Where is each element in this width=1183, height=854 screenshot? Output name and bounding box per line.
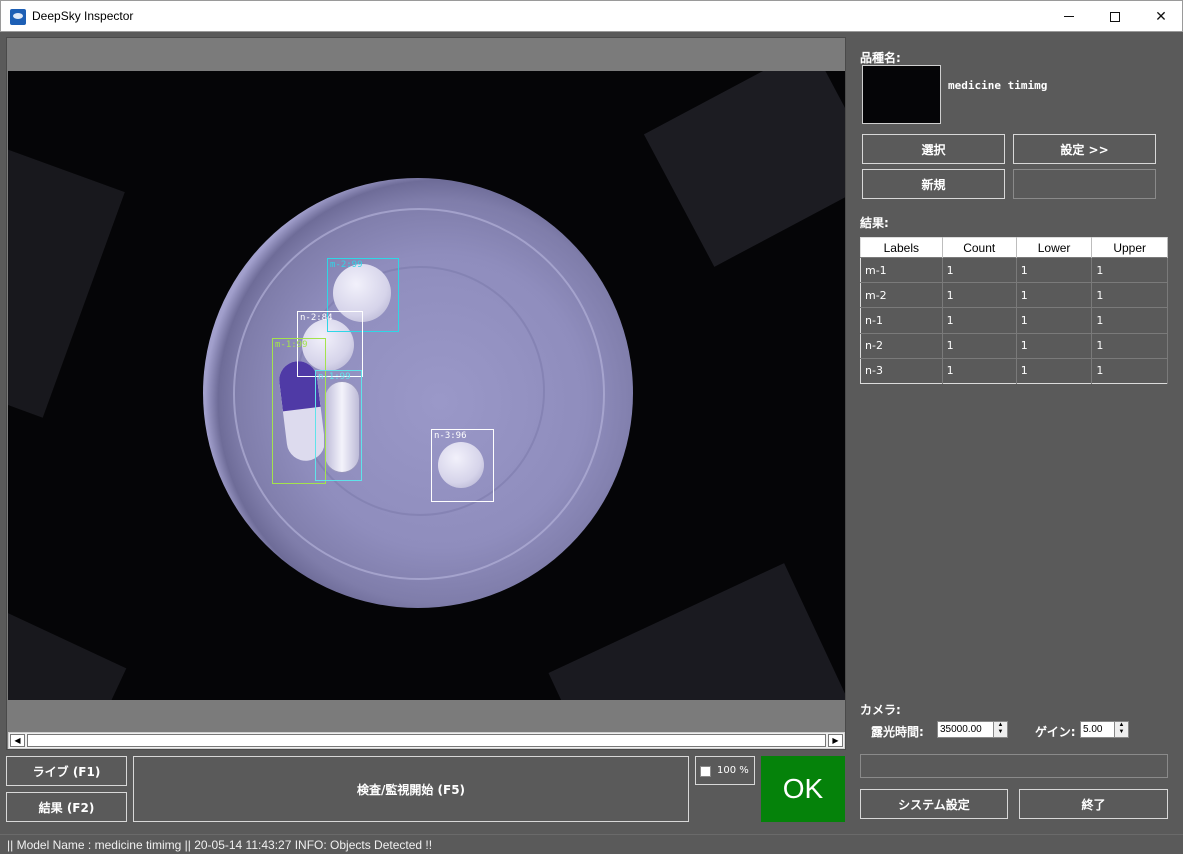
table-cell: 1: [1016, 307, 1093, 334]
start-inspection-button[interactable]: 検査/監視開始 (F5): [133, 756, 689, 822]
gain-label: ゲイン:: [1035, 725, 1076, 739]
select-button[interactable]: 選択: [862, 134, 1005, 164]
close-icon: ✕: [1155, 8, 1167, 25]
detection-label: n-1:99: [318, 372, 351, 382]
table-cell: 1: [1091, 282, 1168, 308]
table-cell: n-2: [860, 333, 943, 359]
zoom-toggle[interactable]: 100 %: [695, 756, 755, 785]
spinner-arrows-icon[interactable]: ▲ ▼: [993, 722, 1007, 737]
table-cell: 1: [942, 358, 1017, 384]
results-section-label: 結果:: [860, 216, 889, 230]
results-table: Labels Count Lower Upper m-1 1 1 1 m-2 1…: [860, 237, 1168, 384]
exposure-value[interactable]: 35000.00: [940, 724, 982, 735]
title-bar: DeepSky Inspector ✕: [0, 0, 1183, 32]
message-field: [860, 754, 1168, 778]
column-header[interactable]: Upper: [1091, 237, 1168, 258]
product-thumbnail: [862, 65, 941, 124]
minimize-icon: [1064, 16, 1074, 17]
result-button[interactable]: 結果 (F2): [6, 792, 127, 822]
table-cell: 1: [942, 257, 1017, 283]
table-cell: 1: [1016, 333, 1093, 359]
status-bar: || Model Name : medicine timimg || 20-05…: [0, 834, 1183, 854]
table-cell: 1: [1016, 358, 1093, 384]
table-row[interactable]: n-2 1 1 1: [860, 333, 1168, 359]
minimize-button[interactable]: [1046, 1, 1092, 32]
table-header-row: Labels Count Lower Upper: [860, 237, 1168, 258]
gain-spinner[interactable]: 5.00 ▲ ▼: [1080, 721, 1129, 738]
zoom-label: 100 %: [717, 765, 749, 776]
exposure-label: 露光時間:: [871, 725, 924, 739]
table-row[interactable]: m-2 1 1 1: [860, 282, 1168, 308]
camera-section-label: カメラ:: [860, 703, 901, 717]
table-cell: 1: [942, 307, 1017, 334]
spin-up-icon[interactable]: ▲: [994, 722, 1007, 729]
table-cell: 1: [1016, 282, 1093, 308]
product-name: medicine timimg: [948, 79, 1048, 92]
scroll-right-icon[interactable]: ▶: [828, 734, 843, 747]
maximize-button[interactable]: [1092, 1, 1138, 32]
scroll-track[interactable]: [27, 734, 826, 747]
background-panel: [8, 144, 125, 418]
maximize-icon: [1110, 11, 1120, 22]
disabled-button: [1013, 169, 1156, 199]
horizontal-scrollbar[interactable]: ◀ ▶: [8, 732, 845, 749]
table-cell: m-2: [860, 282, 943, 308]
exit-button[interactable]: 終了: [1019, 789, 1168, 819]
table-cell: 1: [942, 333, 1017, 359]
spin-down-icon[interactable]: ▼: [1115, 729, 1128, 736]
table-cell: 1: [1091, 257, 1168, 283]
table-cell: 1: [1091, 358, 1168, 384]
background-panel: [548, 563, 845, 700]
background-panel: [643, 71, 845, 267]
close-button[interactable]: ✕: [1138, 1, 1183, 32]
app-logo-icon: [10, 9, 26, 25]
column-header[interactable]: Labels: [860, 237, 943, 258]
table-row[interactable]: n-3 1 1 1: [860, 358, 1168, 384]
detection-label: m-2:99: [330, 260, 363, 270]
table-cell: n-3: [860, 358, 943, 384]
spin-up-icon[interactable]: ▲: [1115, 722, 1128, 729]
table-cell: 1: [1091, 307, 1168, 334]
new-button[interactable]: 新規: [862, 169, 1005, 199]
table-cell: m-1: [860, 257, 943, 283]
detection-box-n1: n-1:99: [315, 370, 362, 481]
table-cell: 1: [942, 282, 1017, 308]
exposure-spinner[interactable]: 35000.00 ▲ ▼: [937, 721, 1008, 738]
spinner-arrows-icon[interactable]: ▲ ▼: [1114, 722, 1128, 737]
detection-label: n-2:84: [300, 313, 333, 323]
table-cell: 1: [1091, 333, 1168, 359]
live-button[interactable]: ライブ (F1): [6, 756, 127, 786]
detection-label: n-3:96: [434, 431, 467, 441]
image-viewer[interactable]: m-2:99 n-2:84 m-1:99 n-1:99 n-3:96 ◀ ▶: [6, 37, 846, 750]
table-cell: n-1: [860, 307, 943, 334]
table-row[interactable]: m-1 1 1 1: [860, 257, 1168, 283]
table-cell: 1: [1016, 257, 1093, 283]
judgement-indicator: OK: [761, 756, 845, 822]
scroll-left-icon[interactable]: ◀: [10, 734, 25, 747]
table-row[interactable]: n-1 1 1 1: [860, 307, 1168, 334]
zoom-checkbox[interactable]: [700, 766, 711, 777]
gain-value[interactable]: 5.00: [1083, 724, 1102, 735]
product-section-label: 品種名:: [860, 51, 901, 65]
detection-label: m-1:99: [275, 340, 308, 350]
system-settings-button[interactable]: システム設定: [860, 789, 1008, 819]
column-header[interactable]: Lower: [1016, 237, 1093, 258]
column-header[interactable]: Count: [942, 237, 1017, 258]
detection-box-n3: n-3:96: [431, 429, 494, 502]
window-title: DeepSky Inspector: [32, 9, 134, 23]
camera-image: m-2:99 n-2:84 m-1:99 n-1:99 n-3:96: [8, 71, 845, 700]
spin-down-icon[interactable]: ▼: [994, 729, 1007, 736]
settings-button[interactable]: 設定 >>: [1013, 134, 1156, 164]
background-panel: [8, 604, 127, 700]
